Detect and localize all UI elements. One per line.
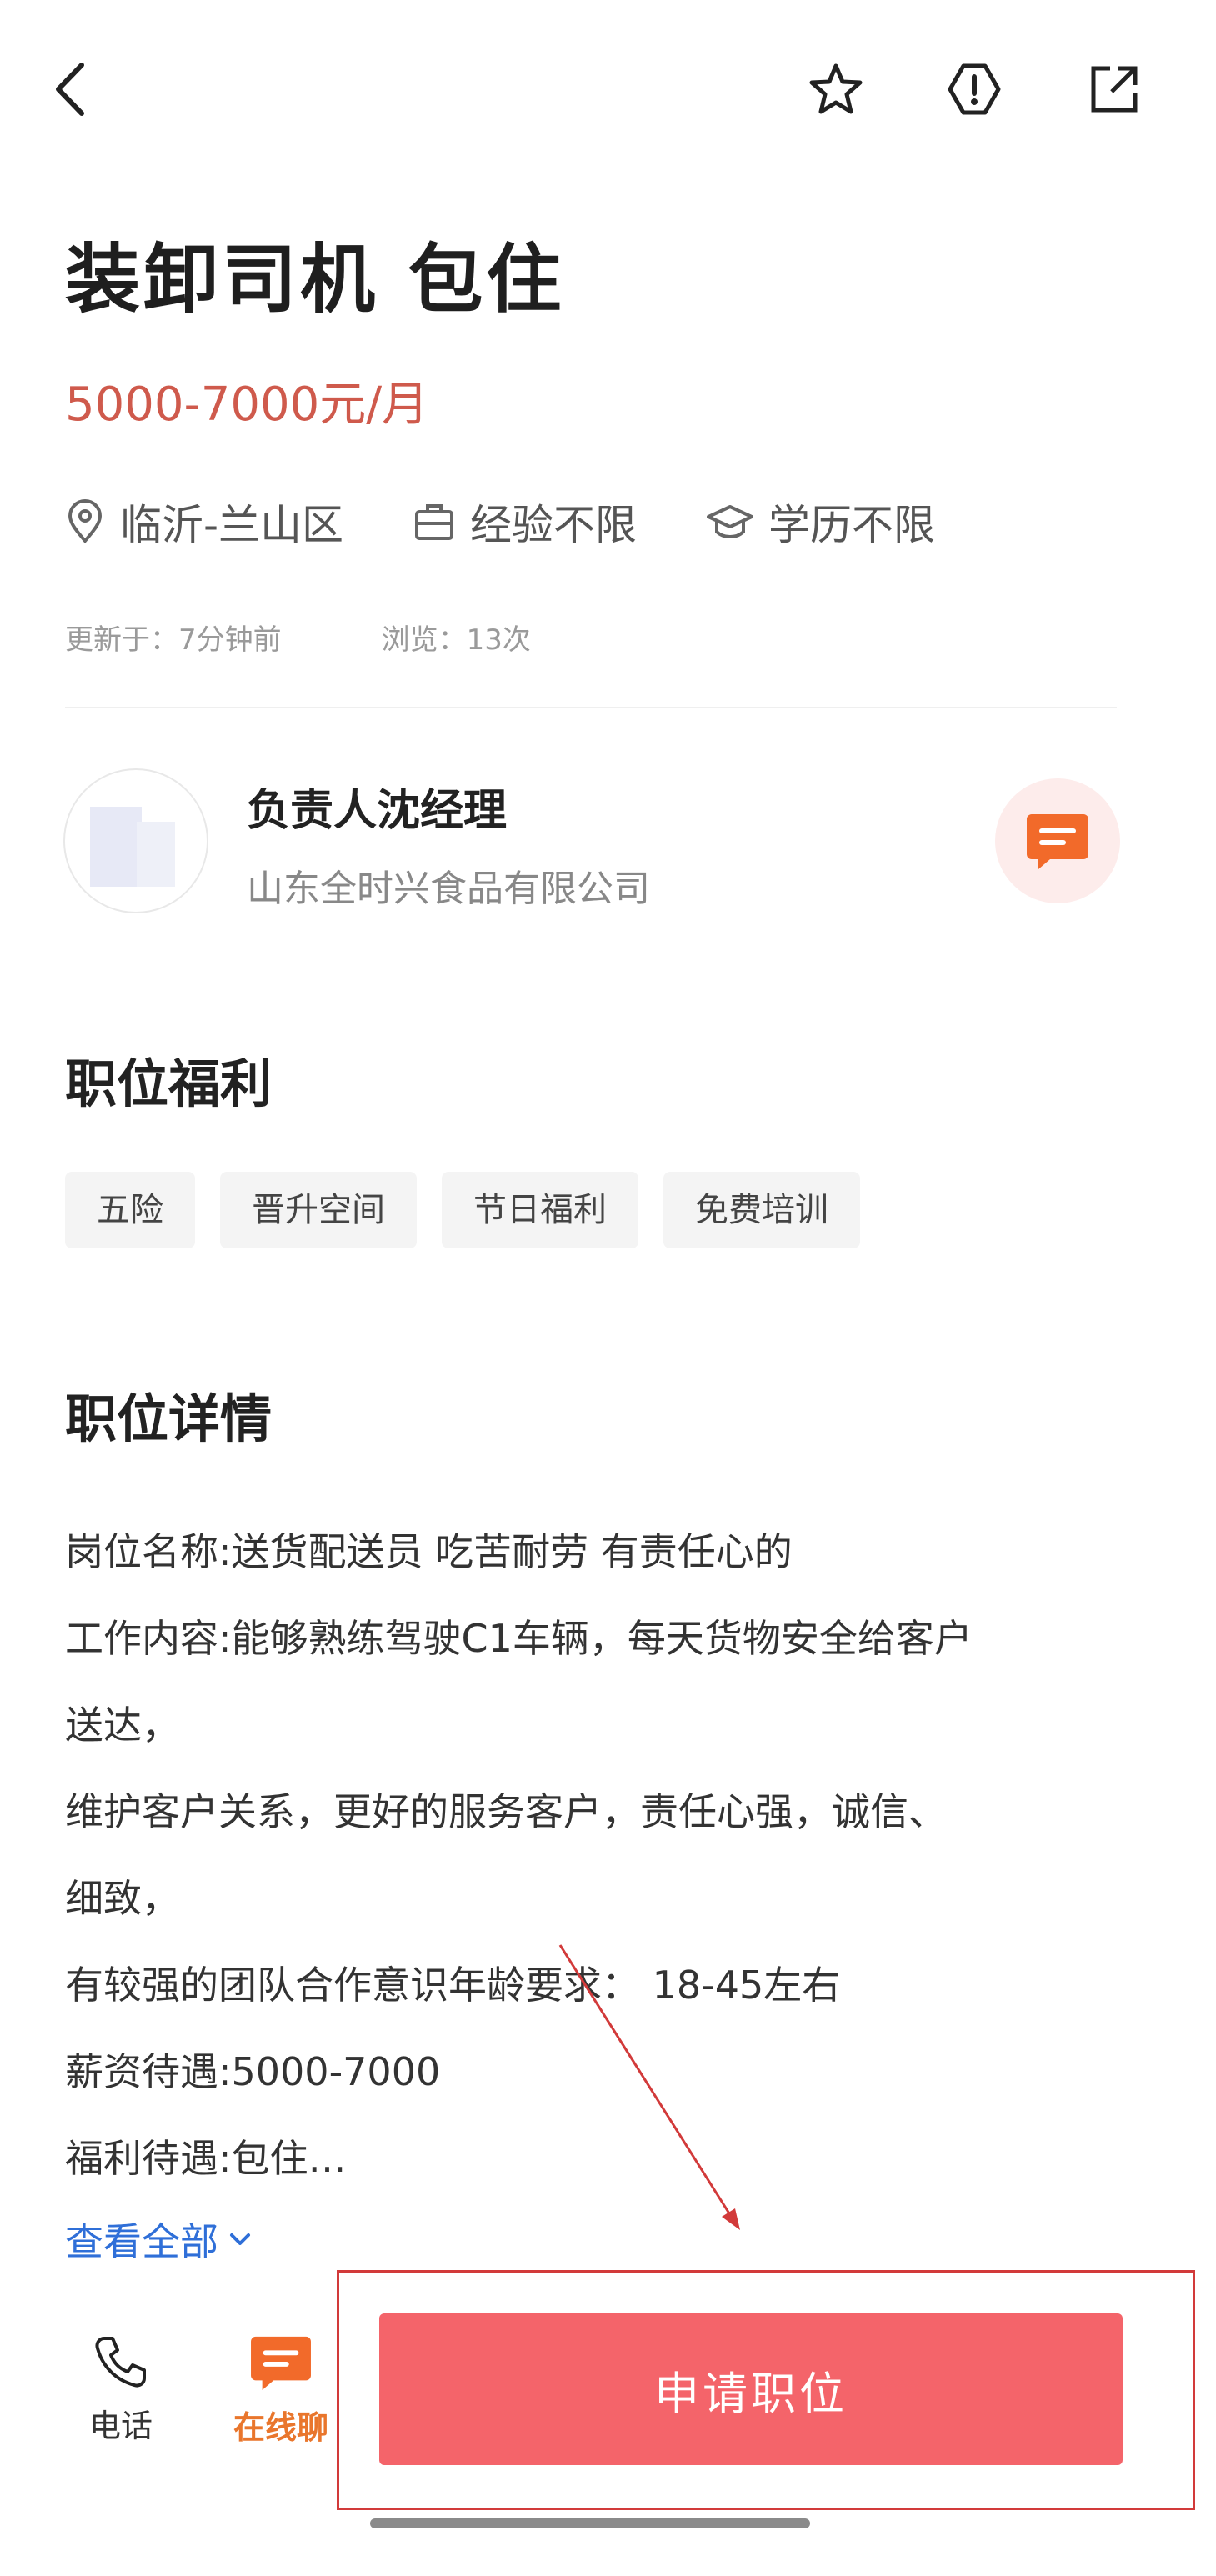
annotation-arrow xyxy=(558,1944,740,2230)
home-indicator xyxy=(370,2518,810,2528)
